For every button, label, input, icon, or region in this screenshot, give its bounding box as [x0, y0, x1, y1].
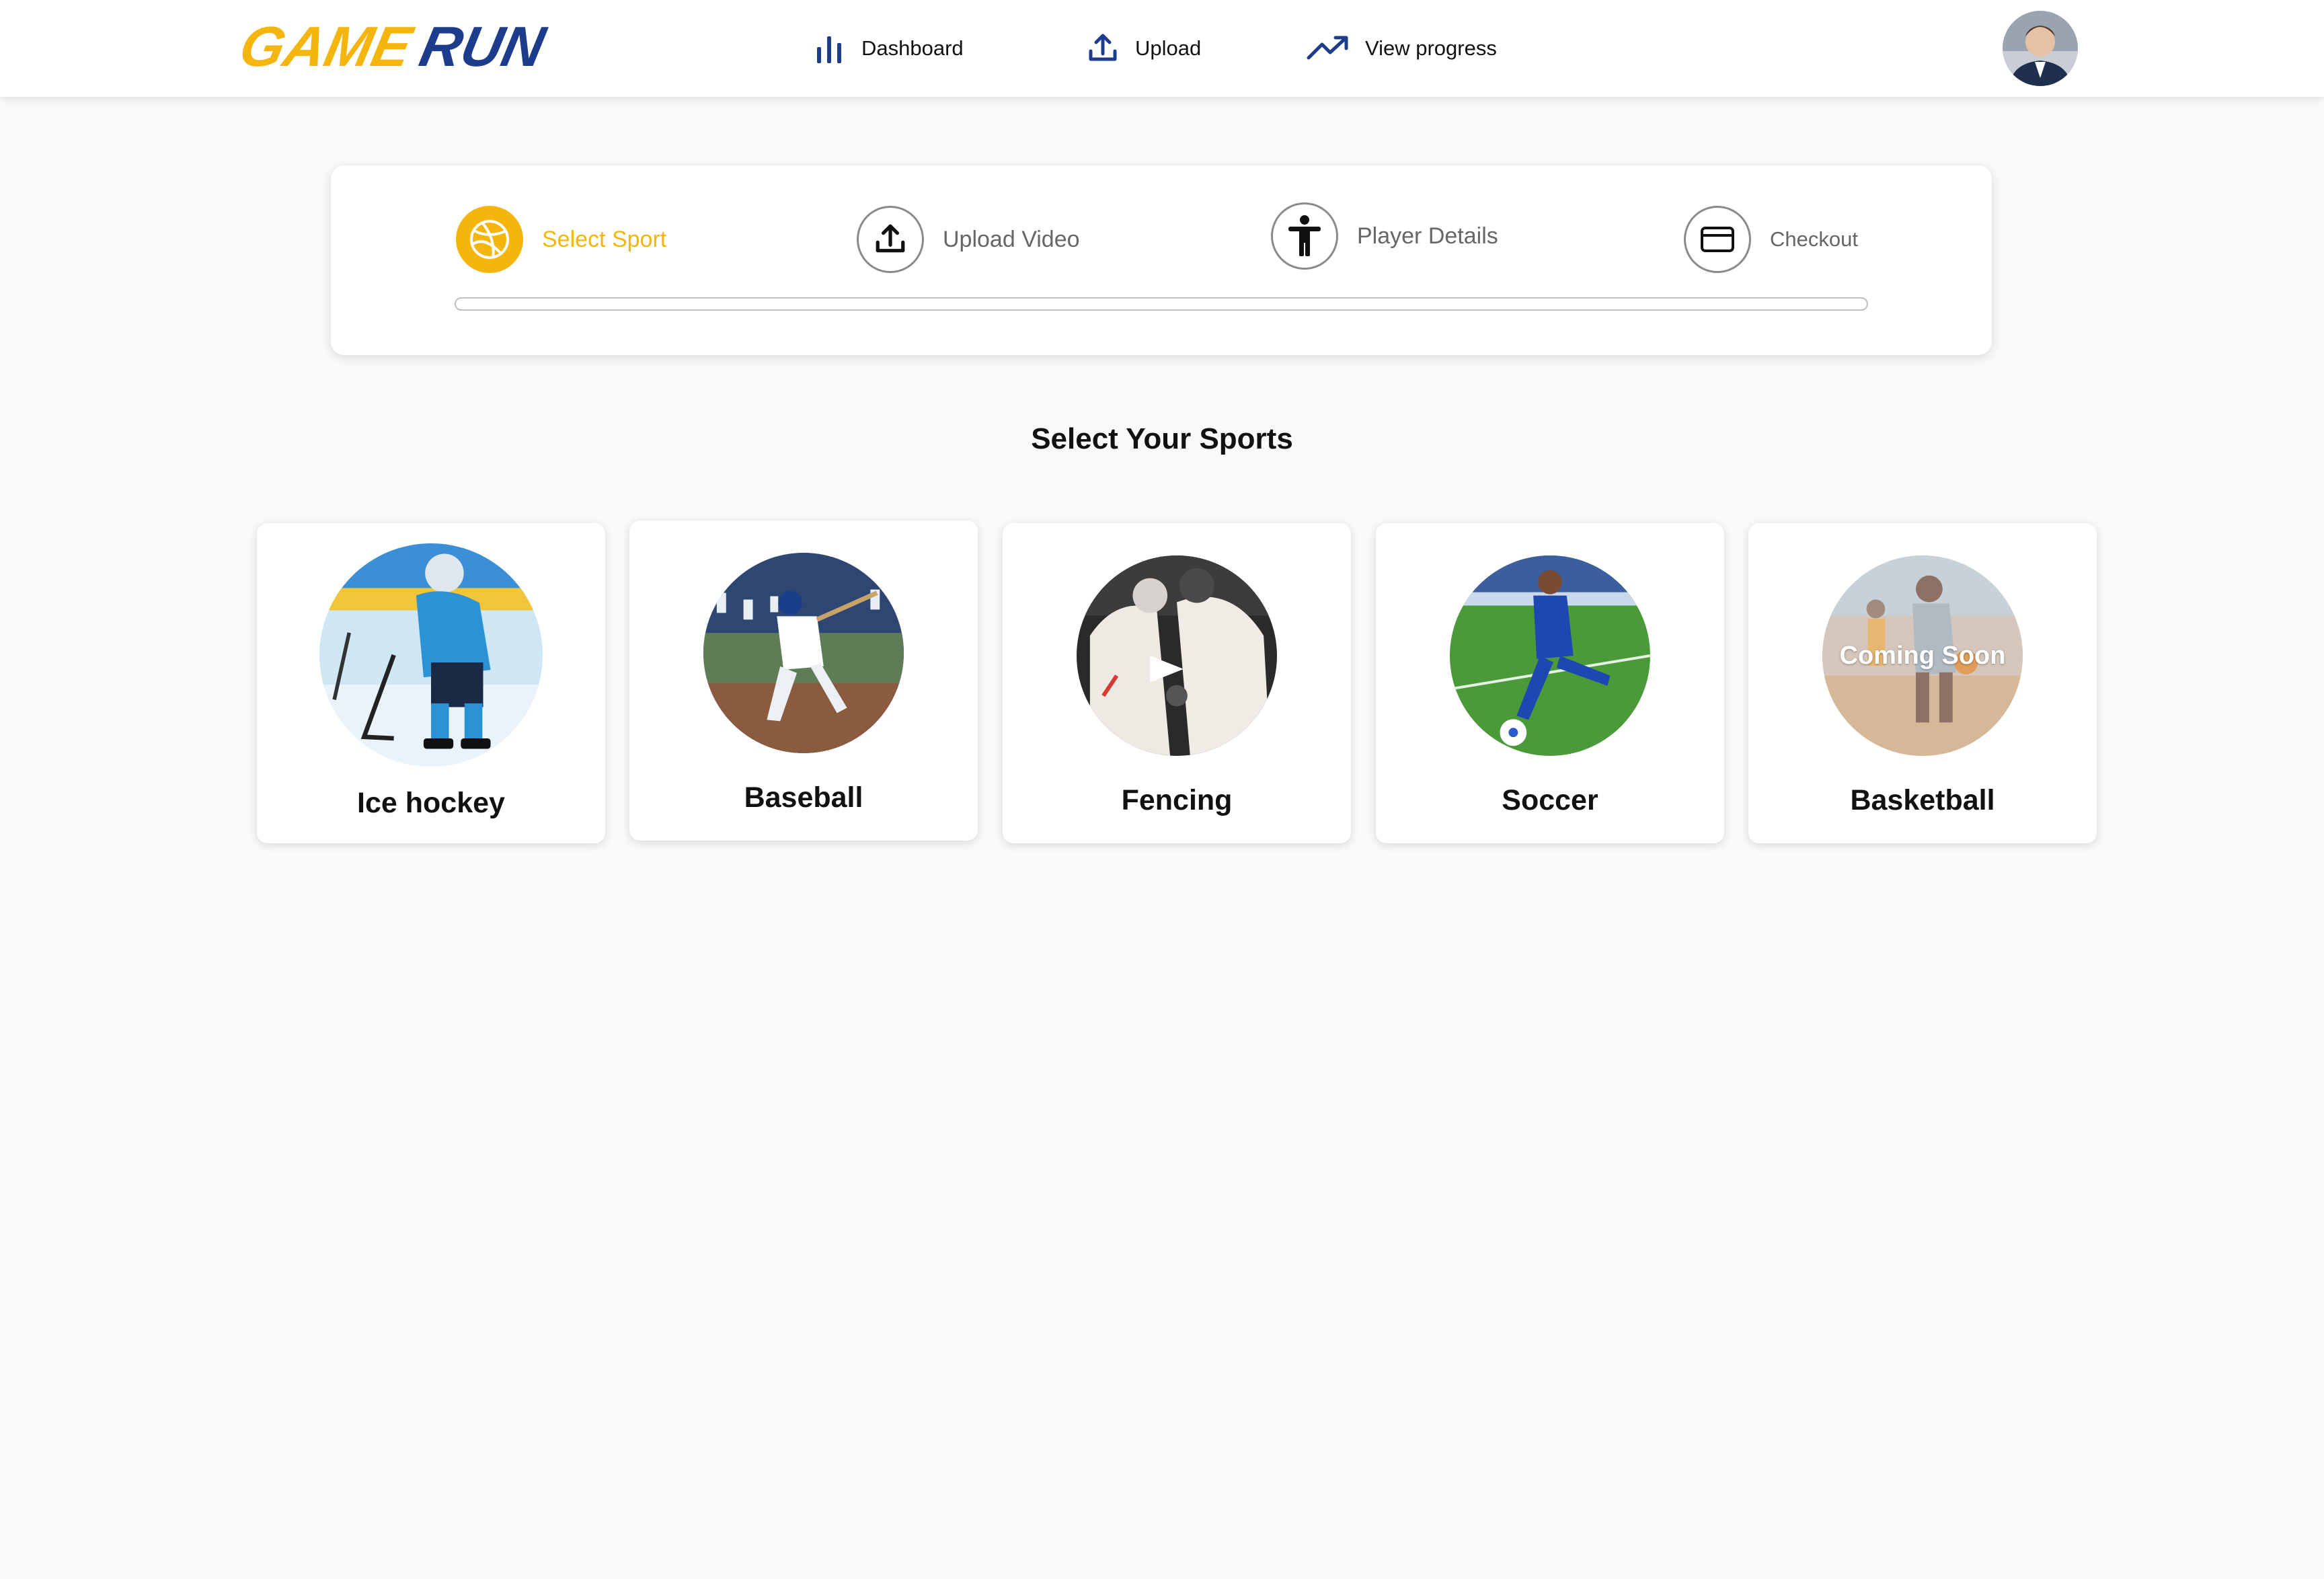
basketball-photo: Coming Soon — [1822, 555, 2023, 756]
sport-card-baseball[interactable]: Baseball — [629, 521, 978, 841]
coming-soon-overlay: Coming Soon — [1839, 641, 2006, 670]
sport-card-ice-hockey[interactable]: Ice hockey — [257, 523, 605, 843]
ice-hockey-photo — [319, 543, 543, 767]
sport-name: Baseball — [744, 781, 863, 814]
person-icon — [1271, 202, 1338, 270]
step-select-sport[interactable]: Select Sport — [456, 206, 666, 273]
step-upload-video[interactable]: Upload Video — [857, 206, 1080, 273]
nav-view-progress[interactable]: View progress — [1305, 26, 1497, 71]
upload-icon — [1084, 30, 1122, 67]
trending-up-icon — [1305, 30, 1352, 67]
step-checkout-label: Checkout — [1770, 227, 1858, 251]
sport-card-fencing[interactable]: Fencing — [1003, 523, 1351, 843]
step-player-details[interactable]: Player Details — [1271, 202, 1498, 270]
nav-view-progress-label: View progress — [1365, 36, 1497, 60]
sport-name: Basketball — [1850, 784, 1995, 816]
svg-text:GAME: GAME — [237, 16, 419, 77]
svg-text:RUN: RUN — [414, 16, 551, 77]
sport-card-basketball[interactable]: Coming Soon Basketball — [1748, 523, 2097, 843]
upload-icon — [857, 206, 924, 273]
stepper-card: Select Sport Upload Video Player Details — [331, 165, 1992, 355]
nav-dashboard-label: Dashboard — [861, 36, 964, 60]
sport-name: Ice hockey — [357, 787, 505, 819]
sport-name: Fencing — [1121, 784, 1233, 816]
basketball-icon — [456, 206, 523, 273]
fencing-photo — [1077, 555, 1277, 756]
stepper-progress-bar — [455, 297, 1868, 311]
sport-name: Soccer — [1502, 784, 1598, 816]
sport-card-soccer[interactable]: Soccer — [1376, 523, 1724, 843]
bar-chart-icon — [810, 30, 848, 67]
user-avatar[interactable] — [2003, 11, 2078, 86]
gamerun-logo[interactable]: GAME RUN — [234, 15, 590, 78]
step-player-details-label: Player Details — [1357, 223, 1498, 249]
baseball-photo — [703, 553, 904, 753]
nav-dashboard[interactable]: Dashboard — [810, 26, 964, 71]
step-upload-video-label: Upload Video — [943, 226, 1080, 252]
step-checkout[interactable]: Checkout — [1684, 206, 1858, 273]
step-select-sport-label: Select Sport — [542, 226, 667, 252]
section-title: Select Your Sports — [1031, 422, 1293, 455]
top-navigation-bar: GAME RUN Dashboard Upload View progress — [0, 0, 2324, 97]
nav-upload-label: Upload — [1135, 36, 1202, 60]
soccer-photo — [1450, 555, 1650, 756]
nav-upload[interactable]: Upload — [1084, 26, 1201, 71]
credit-card-icon — [1684, 206, 1751, 273]
